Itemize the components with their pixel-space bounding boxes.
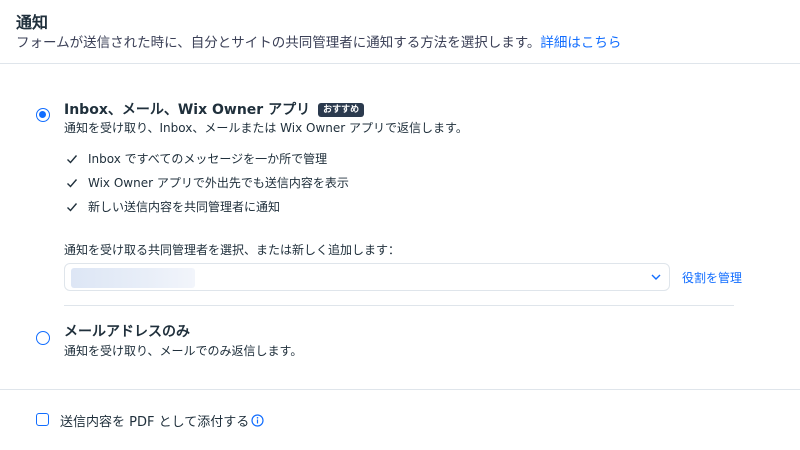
subtitle-text: フォームが送信された時に、自分とサイトの共同管理者に通知する方法を選択します。 [16,35,541,51]
chevron-down-icon [651,274,661,280]
page-title: 通知 [16,13,49,32]
details-link[interactable]: 詳細はこちら [540,35,621,51]
checkmark-icon [67,202,78,212]
divider [0,389,800,390]
pdf-attach-label: 送信内容を PDF として添付する [60,411,264,430]
radio-inbox-email-app[interactable] [36,108,50,122]
feature-text: Wix Owner アプリで外出先でも送信内容を表示 [88,176,349,190]
option-email-description: 通知を受け取り、メールでのみ返信します。 [64,344,303,358]
option-email-title: メールアドレスのみ [64,324,190,340]
radio-email-only[interactable] [36,331,50,345]
selected-collaborator-value [71,268,195,288]
page-subtitle: フォームが送信された時に、自分とサイトの共同管理者に通知する方法を選択します。詳… [16,31,621,51]
feature-text: Inbox ですべてのメッセージを一か所で管理 [88,152,328,166]
collaborator-select[interactable] [64,263,670,291]
manage-roles-link[interactable]: 役割を管理 [682,269,742,286]
notification-header: 通知 フォームが送信された時に、自分とサイトの共同管理者に通知する方法を選択しま… [0,0,800,64]
option-inbox-description: 通知を受け取り、Inbox、メールまたは Wix Owner アプリで返信します… [64,121,468,135]
pdf-attach-text: 送信内容を PDF として添付する [60,415,250,430]
option-inbox-title-text: Inbox、メール、Wix Owner アプリ [64,102,311,118]
option-inbox-title: Inbox、メール、Wix Owner アプリ おすすめ [64,99,365,119]
divider [64,305,734,306]
collaborator-select-label: 通知を受け取る共同管理者を選択、または新しく追加します： [64,243,401,257]
feature-item-collaborators: 新しい送信内容を共同管理者に通知 [66,198,280,215]
recommended-badge: おすすめ [318,103,365,117]
info-icon[interactable] [251,414,264,427]
feature-text: 新しい送信内容を共同管理者に通知 [88,200,281,214]
pdf-attach-checkbox[interactable] [36,413,49,426]
feature-item-inbox: Inbox ですべてのメッセージを一か所で管理 [66,150,327,167]
checkmark-icon [67,178,78,188]
checkmark-icon [67,154,78,164]
feature-item-app: Wix Owner アプリで外出先でも送信内容を表示 [66,174,349,191]
